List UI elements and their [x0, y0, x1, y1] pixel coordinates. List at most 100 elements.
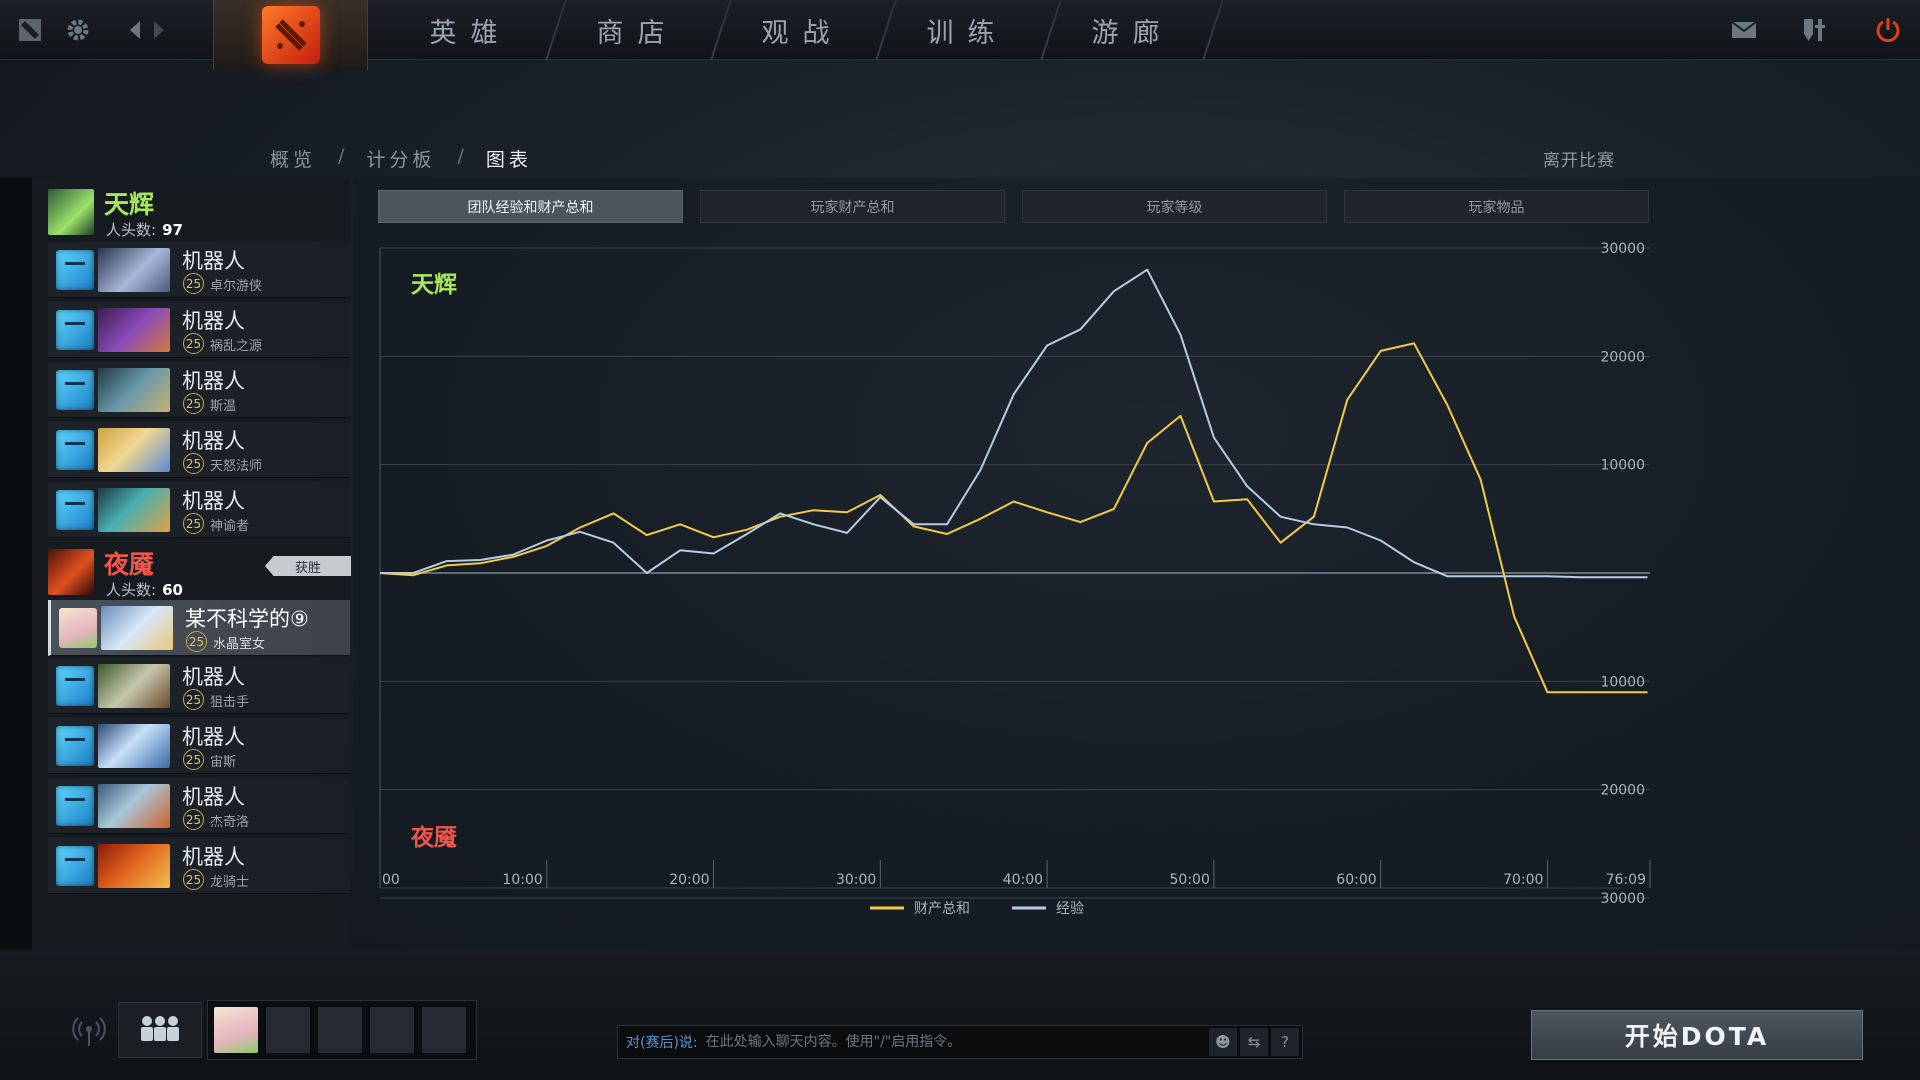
play-dota-button[interactable]: 开始DOTA	[1531, 1010, 1863, 1060]
player-row[interactable]: 机器人 25 龙骑士	[48, 838, 350, 894]
player-name: 机器人	[182, 725, 245, 749]
party-group-icon	[138, 1013, 182, 1047]
hero-portrait	[98, 724, 170, 768]
tab-player-networth[interactable]: 玩家财产总和	[700, 190, 1005, 223]
radiant-kills-label: 人头数:	[106, 221, 157, 239]
y-tick-label: 20000	[1600, 783, 1645, 799]
player-row[interactable]: 机器人 25 狙击手	[48, 658, 350, 714]
crumb-graphs[interactable]: 图表	[486, 145, 532, 172]
y-tick-label: 10000	[1600, 674, 1645, 690]
legend-label: 经验	[1056, 901, 1084, 917]
crumb-scoreboard[interactable]: 计分板	[366, 145, 435, 172]
chat-wheel-icon[interactable]: ⇆	[1240, 1028, 1268, 1056]
leave-match-button[interactable]: 离开比赛	[1543, 146, 1615, 171]
nav-watch[interactable]: 观战	[720, 0, 885, 60]
y-tick-label: 20000	[1600, 349, 1645, 365]
dire-team-name: 夜魇	[104, 550, 155, 579]
bot-avatar	[56, 310, 94, 350]
legend-label: 财产总和	[914, 901, 970, 917]
player-hero-name: 狙击手	[210, 695, 250, 710]
tab-team-xp-networth[interactable]: 团队经验和财产总和	[378, 190, 683, 223]
party-slot-empty[interactable]	[370, 1007, 414, 1053]
party-slot-empty[interactable]	[318, 1007, 362, 1053]
dire-kills-value: 60	[162, 581, 183, 599]
x-tick-label: 76:09	[1606, 872, 1646, 888]
x-tick-label: 30:00	[836, 872, 876, 888]
bot-avatar	[56, 250, 94, 290]
top-nav-bar: 英雄 商店 观战 训练 游廊	[0, 0, 1920, 70]
power-quit-icon[interactable]	[1872, 14, 1904, 46]
player-level: 25	[183, 749, 204, 770]
mail-icon[interactable]	[1728, 14, 1760, 46]
emoticon-icon[interactable]: ☻	[1209, 1028, 1237, 1056]
player-row[interactable]: 机器人 25 宙斯	[48, 718, 350, 774]
player-row[interactable]: 机器人 25 神谕者	[48, 482, 350, 538]
party-slot-self-avatar[interactable]	[214, 1007, 258, 1053]
tab-player-level[interactable]: 玩家等级	[1022, 190, 1327, 223]
nav-arcade[interactable]: 游廊	[1050, 0, 1215, 60]
nav-store[interactable]: 商店	[555, 0, 720, 60]
dota-menu-icon[interactable]	[14, 14, 46, 46]
hero-portrait	[98, 308, 170, 352]
bot-avatar	[56, 490, 94, 530]
hero-portrait	[98, 248, 170, 292]
bot-avatar	[56, 666, 94, 706]
hero-portrait	[98, 488, 170, 532]
chat-channel-label[interactable]: 对(赛后)说:	[626, 1032, 698, 1052]
player-name: 某不科学的⑨	[185, 607, 309, 631]
player-row[interactable]: 机器人 25 祸乱之源	[48, 302, 350, 358]
dota-logo-button[interactable]	[213, 0, 368, 70]
crumb-overview[interactable]: 概览	[270, 145, 316, 172]
party-slots	[207, 1000, 477, 1060]
x-tick-label: 20:00	[669, 872, 709, 888]
player-row[interactable]: 机器人 25 卓尔游侠	[48, 242, 350, 298]
tab-player-items[interactable]: 玩家物品	[1344, 190, 1649, 223]
player-hero-name: 天怒法师	[210, 459, 263, 474]
player-name: 机器人	[182, 309, 245, 333]
party-slot-empty[interactable]	[266, 1007, 310, 1053]
player-name: 机器人	[182, 845, 245, 869]
winner-badge: 获胜	[265, 556, 351, 576]
party-invite-button[interactable]	[118, 1002, 202, 1058]
player-row-self[interactable]: 某不科学的⑨ 25 水晶室女	[48, 600, 350, 656]
bot-avatar	[56, 726, 94, 766]
settings-gear-icon[interactable]	[62, 14, 94, 46]
player-row[interactable]: 机器人 25 斯温	[48, 362, 350, 418]
player-name: 机器人	[182, 489, 245, 513]
player-level: 25	[183, 333, 204, 354]
series-line-xp	[380, 268, 1648, 579]
player-name: 机器人	[182, 249, 245, 273]
chart-dire-label: 夜魇	[411, 825, 457, 851]
nav-learn[interactable]: 训练	[885, 0, 1050, 60]
player-hero-name: 水晶室女	[213, 637, 266, 652]
player-level: 25	[183, 273, 204, 294]
player-level: 25	[183, 809, 204, 830]
party-slot-empty[interactable]	[422, 1007, 466, 1053]
player-hero-name: 斯温	[210, 399, 237, 414]
forward-arrow-icon[interactable]	[142, 14, 174, 46]
x-tick-label: 00	[382, 872, 400, 888]
crumb-separator: /	[338, 145, 345, 167]
advantage-line-chart: 30000 20000 10000 10000 20000 30000 00 10:00 20:…	[379, 241, 1651, 917]
hero-portrait	[98, 368, 170, 412]
connection-signal-icon[interactable]	[72, 1015, 106, 1053]
hero-portrait	[98, 844, 170, 888]
player-level: 25	[186, 631, 207, 652]
radiant-team-name: 天辉	[104, 190, 155, 219]
y-tick-label: 30000	[1600, 241, 1645, 257]
player-row[interactable]: 机器人 25 杰奇洛	[48, 778, 350, 834]
dire-kills-label: 人头数:	[106, 581, 157, 599]
player-hero-name: 卓尔游侠	[210, 279, 263, 294]
nav-heroes[interactable]: 英雄	[388, 0, 553, 60]
player-hero-name: 神谕者	[210, 519, 250, 534]
chat-bar: 对(赛后)说: ☻ ⇆ ?	[617, 1025, 1303, 1059]
chart-radiant-label: 天辉	[411, 272, 457, 298]
help-question-icon[interactable]: ?	[1271, 1028, 1299, 1056]
armory-icon[interactable]	[1800, 14, 1832, 46]
player-row[interactable]: 机器人 25 天怒法师	[48, 422, 350, 478]
chat-input[interactable]	[705, 1034, 1209, 1050]
breadcrumb: 概览 / 计分板 / 图表	[270, 145, 532, 172]
x-tick-label: 10:00	[502, 872, 542, 888]
hero-portrait	[98, 784, 170, 828]
player-name: 机器人	[182, 369, 245, 393]
